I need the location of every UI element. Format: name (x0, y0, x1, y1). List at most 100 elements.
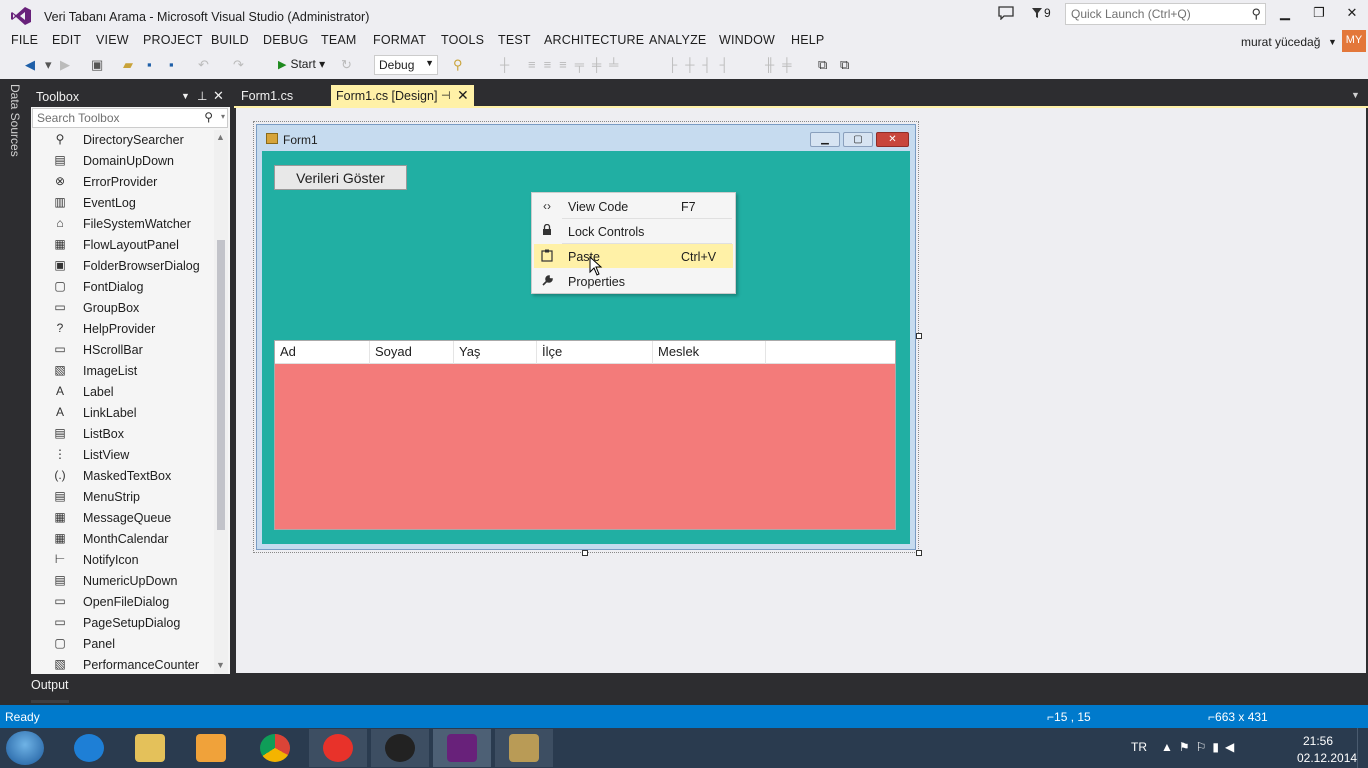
column-soyad[interactable]: Soyad (370, 341, 454, 364)
config-select[interactable]: Debug ▼ (374, 55, 438, 75)
send-back-icon[interactable]: ⧉ (840, 57, 849, 73)
start-debug-button[interactable]: ▶ Start ▾ (278, 57, 325, 71)
close-window-button[interactable]: ✕ (1338, 5, 1366, 23)
chevron-down-icon[interactable]: ▼ (181, 91, 190, 101)
menu-help[interactable]: HELP (791, 33, 824, 47)
toolbox-item[interactable]: ▥ EventLog (32, 193, 214, 214)
menu-analyze[interactable]: ANALYZE (649, 33, 706, 47)
toolbox-item[interactable]: ▣ FolderBrowserDialog (32, 256, 214, 277)
menu-item-paste[interactable]: Paste Ctrl+V (534, 244, 733, 268)
list-view[interactable] (274, 340, 896, 530)
toolbox-item[interactable]: ▦ MessageQueue (32, 508, 214, 529)
scroll-up-icon[interactable]: ▲ (216, 132, 225, 142)
output-tab[interactable]: Output (31, 678, 69, 692)
notification-flag-icon[interactable] (1031, 7, 1043, 19)
toolbox-item[interactable]: ▭ HScrollBar (32, 340, 214, 361)
menu-architecture[interactable]: ARCHITECTURE (544, 33, 644, 47)
avatar[interactable]: MY (1342, 30, 1366, 52)
menu-edit[interactable]: EDIT (52, 33, 81, 47)
chevron-down-icon[interactable]: ▾ (221, 112, 225, 121)
column-meslek[interactable]: Meslek (653, 341, 766, 364)
center-icons[interactable]: ╫╪ (765, 57, 799, 72)
show-desktop-button[interactable] (1357, 728, 1368, 768)
menu-item-properties[interactable]: Properties (534, 269, 733, 293)
menu-tools[interactable]: TOOLS (441, 33, 484, 47)
feedback-icon[interactable] (998, 6, 1014, 20)
windows-start-button[interactable] (6, 731, 44, 765)
tab-form1-cs[interactable]: Form1.cs (236, 86, 330, 106)
taskbar-tools[interactable] (495, 729, 553, 767)
scroll-down-icon[interactable]: ▼ (216, 660, 225, 670)
language-indicator[interactable]: TR (1131, 740, 1147, 754)
undo-icon[interactable]: ↶ (198, 57, 209, 73)
toolbox-item[interactable]: A Label (32, 382, 214, 403)
menu-debug[interactable]: DEBUG (263, 33, 308, 47)
toolbox-item[interactable]: ⊢ NotifyIcon (32, 550, 214, 571)
column-yas[interactable]: Yaş (454, 341, 537, 364)
toolbox-item[interactable]: ▤ MenuStrip (32, 487, 214, 508)
toolbox-item[interactable]: ▭ OpenFileDialog (32, 592, 214, 613)
toolbox-item[interactable]: ▦ FlowLayoutPanel (32, 235, 214, 256)
chevron-down-icon[interactable]: ▼ (1328, 37, 1337, 47)
show-data-button[interactable]: Verileri Göster (274, 165, 407, 190)
pin-icon[interactable]: ⊥ (197, 89, 207, 103)
menu-item-view-code[interactable]: ‹› View Code F7 (534, 194, 733, 218)
toolbox-item[interactable]: ▧ ImageList (32, 361, 214, 382)
toolbox-item[interactable]: ▢ Panel (32, 634, 214, 655)
toolbox-item[interactable]: A LinkLabel (32, 403, 214, 424)
menu-build[interactable]: BUILD (211, 33, 249, 47)
close-icon[interactable]: ✕ (213, 88, 224, 104)
spacing-icons[interactable]: ├┼┤┤ (668, 57, 737, 72)
menu-window[interactable]: WINDOW (719, 33, 775, 47)
scroll-thumb[interactable] (217, 240, 225, 530)
pin-icon[interactable]: ⊣ (441, 89, 451, 102)
refresh-icon[interactable]: ↻ (341, 57, 352, 73)
save-all-icon[interactable]: ▪ (169, 57, 174, 72)
taskbar-chrome[interactable] (246, 729, 304, 767)
toolbox-item[interactable]: (.) MaskedTextBox (32, 466, 214, 487)
chevron-down-icon[interactable]: ▾ (45, 57, 52, 73)
menu-file[interactable]: FILE (11, 33, 38, 47)
toolbox-item[interactable]: ▭ GroupBox (32, 298, 214, 319)
toolbox-item[interactable]: ▦ MonthCalendar (32, 529, 214, 550)
search-icon[interactable]: ⚲ (204, 110, 213, 124)
column-ad[interactable]: Ad (275, 341, 370, 364)
bring-front-icon[interactable]: ⧉ (818, 57, 827, 73)
search-icon[interactable]: ⚲ (1251, 6, 1261, 22)
menu-test[interactable]: TEST (498, 33, 531, 47)
toolbox-item[interactable]: ▢ FontDialog (32, 277, 214, 298)
form-maximize-button[interactable]: ▢ (843, 132, 873, 147)
clock-time[interactable]: 21:56 (1303, 734, 1333, 748)
save-icon[interactable]: ▪ (147, 57, 152, 72)
toolbox-item[interactable]: ⌂ FileSystemWatcher (32, 214, 214, 235)
align-grid-icon[interactable]: ┼ (500, 57, 509, 72)
quick-launch-input[interactable]: Quick Launch (Ctrl+Q) ⚲ (1065, 3, 1266, 25)
menu-format[interactable]: FORMAT (373, 33, 426, 47)
menu-item-lock-controls[interactable]: Lock Controls (534, 219, 733, 243)
forward-icon[interactable]: ▶ (60, 57, 70, 73)
toolbox-item[interactable]: ▤ DomainUpDown (32, 151, 214, 172)
toolbox-item[interactable]: ▤ NumericUpDown (32, 571, 214, 592)
back-icon[interactable]: ◀ (25, 57, 35, 73)
resize-handle-corner[interactable] (916, 550, 922, 556)
taskbar-obs[interactable] (371, 729, 429, 767)
toolbox-item[interactable]: ▭ PageSetupDialog (32, 613, 214, 634)
new-project-icon[interactable]: ▣ (91, 57, 103, 73)
column-empty[interactable] (766, 341, 895, 364)
user-name[interactable]: murat yücedağ (1241, 35, 1320, 49)
toolbox-scrollbar[interactable]: ▲ ▼ (214, 130, 228, 674)
toolbox-search-input[interactable]: Search Toolbox ⚲ ▾ (32, 108, 228, 128)
toolbox-item[interactable]: ⚲ DirectorySearcher (32, 130, 214, 151)
close-tab-icon[interactable]: ✕ (457, 87, 469, 104)
column-ilce[interactable]: İlçe (537, 341, 653, 364)
data-sources-tab[interactable]: Data Sources (8, 84, 22, 157)
clock-date[interactable]: 02.12.2014 (1297, 751, 1357, 765)
form-close-button[interactable]: ✕ (876, 132, 909, 147)
redo-icon[interactable]: ↷ (233, 57, 244, 73)
taskbar-explorer[interactable] (121, 729, 179, 767)
toolbox-item[interactable]: ⋮ ListView (32, 445, 214, 466)
chevron-down-icon[interactable]: ▼ (1351, 90, 1360, 100)
toolbox-item[interactable]: ▧ PerformanceCounter (32, 655, 214, 674)
taskbar-ie[interactable] (60, 729, 118, 767)
find-icon[interactable]: ⚲ (453, 57, 463, 73)
